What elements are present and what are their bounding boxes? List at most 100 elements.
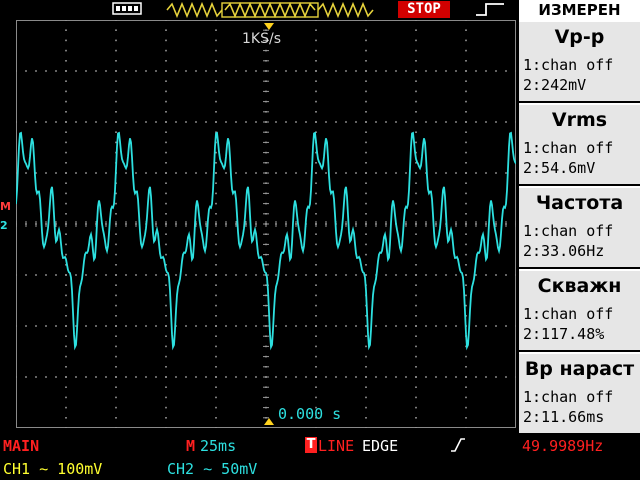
measurement-frequency[interactable]: Частота 1:chan off 2:33.06Hz xyxy=(519,186,640,267)
grid-dot xyxy=(485,376,487,378)
grid-dot xyxy=(365,100,367,103)
grid-dot xyxy=(175,70,177,72)
grid-dot xyxy=(115,111,117,113)
grid-dot xyxy=(415,213,417,215)
trigger-position-bar[interactable] xyxy=(165,0,375,20)
grid-dot xyxy=(465,70,467,72)
grid-dot xyxy=(135,172,137,174)
grid-dot xyxy=(235,376,237,378)
grid-dot xyxy=(65,417,67,419)
ch2-ground-marker[interactable]: 2 xyxy=(0,219,8,232)
grid-dot xyxy=(205,325,207,327)
grid-dot xyxy=(315,162,317,164)
grid-dot xyxy=(125,70,127,72)
grid-dot xyxy=(335,325,337,327)
grid-dot xyxy=(295,70,297,72)
grid-dot xyxy=(315,20,317,21)
grid-dot xyxy=(335,70,337,72)
grid-dot xyxy=(245,70,247,72)
grid-dot xyxy=(215,29,217,31)
measurement-ch1-value: 1:chan off xyxy=(523,222,614,240)
grid-dot xyxy=(315,304,317,307)
grid-dot xyxy=(365,20,367,21)
measurement-vrms[interactable]: Vrms 1:chan off 2:54.6mV xyxy=(519,103,640,184)
measurement-vpp[interactable]: Vp-p 1:chan off 2:242mV xyxy=(519,20,640,101)
ch1-scale[interactable]: CH1 ∼ 100mV xyxy=(3,460,102,478)
grid-dot xyxy=(35,121,37,123)
grid-dot xyxy=(485,325,487,327)
timebase-mode[interactable]: MAIN xyxy=(3,437,39,455)
measurement-duty-cycle[interactable]: Скважн 1:chan off 2:117.48% xyxy=(519,269,640,350)
grid-dot xyxy=(215,304,217,307)
math-ground-marker[interactable]: M xyxy=(0,200,11,213)
grid-dot xyxy=(315,233,317,235)
grid-dot xyxy=(315,111,317,113)
grid-dot xyxy=(225,325,227,327)
grid-dot xyxy=(215,233,217,235)
grid-dot xyxy=(475,325,477,327)
grid-dot xyxy=(365,162,367,164)
grid-dot xyxy=(465,151,467,154)
grid-dot xyxy=(385,325,387,327)
grid-dot xyxy=(165,274,167,276)
grid-dot xyxy=(215,182,217,184)
grid-dot xyxy=(395,121,397,123)
run-stop-status[interactable]: STOP xyxy=(398,1,450,18)
measurement-ch2-value: 2:117.48% xyxy=(523,325,605,343)
grid-dot xyxy=(65,182,67,184)
grid-dot xyxy=(415,264,417,266)
grid-dot xyxy=(315,264,317,266)
grid-dot xyxy=(295,325,297,327)
grid-dot xyxy=(485,172,487,174)
grid-dot xyxy=(415,355,417,358)
measurement-ch2-value: 2:11.66ms xyxy=(523,408,605,426)
trigger-source[interactable]: LINE xyxy=(318,437,354,455)
grid-dot xyxy=(295,121,297,123)
grid-dot xyxy=(215,427,217,428)
grid-dot xyxy=(195,70,197,72)
grid-dot xyxy=(365,335,367,337)
grid-dot xyxy=(165,39,167,42)
timebase-marker: M xyxy=(186,437,196,455)
grid-dot xyxy=(115,233,117,235)
timebase-value[interactable]: 25ms xyxy=(200,437,236,455)
grid-dot xyxy=(95,376,97,378)
grid-dot xyxy=(415,70,417,72)
grid-dot xyxy=(465,80,467,82)
grid-dot xyxy=(515,121,516,123)
grid-dot xyxy=(315,325,317,327)
grid-dot xyxy=(325,376,327,378)
grid-dot xyxy=(345,325,347,327)
grid-dot xyxy=(165,141,167,144)
grid-dot xyxy=(365,80,367,82)
grid-dot xyxy=(95,172,97,174)
grid-dot xyxy=(195,274,197,276)
grid-dot xyxy=(65,274,67,276)
grid-dot xyxy=(105,376,107,378)
measurement-rise-time[interactable]: Вр нараст 1:chan off 2:11.66ms xyxy=(519,352,640,433)
grid-dot xyxy=(115,253,117,256)
grid-dot xyxy=(115,243,117,246)
grid-dot xyxy=(435,172,437,174)
grid-dot xyxy=(465,417,467,419)
grid-dot xyxy=(325,172,327,174)
grid-dot xyxy=(365,131,367,133)
grid-dot xyxy=(65,141,67,144)
grid-dot xyxy=(475,172,477,174)
grid-dot xyxy=(165,417,167,419)
grid-dot xyxy=(65,80,67,82)
grid-dot xyxy=(515,274,516,276)
grid-dot xyxy=(315,60,317,62)
ch2-scale[interactable]: CH2 ∼ 50mV xyxy=(167,460,257,478)
grid-dot xyxy=(215,70,217,72)
waveform-display[interactable] xyxy=(16,20,516,428)
grid-dot xyxy=(16,376,17,378)
trigger-type[interactable]: EDGE xyxy=(362,437,398,455)
grid-dot xyxy=(415,20,417,21)
grid-dot xyxy=(315,213,317,215)
grid-dot xyxy=(365,264,367,266)
grid-dot xyxy=(215,100,217,103)
grid-dot xyxy=(165,80,167,82)
grid-dot xyxy=(215,60,217,62)
grid-dot xyxy=(115,417,117,419)
